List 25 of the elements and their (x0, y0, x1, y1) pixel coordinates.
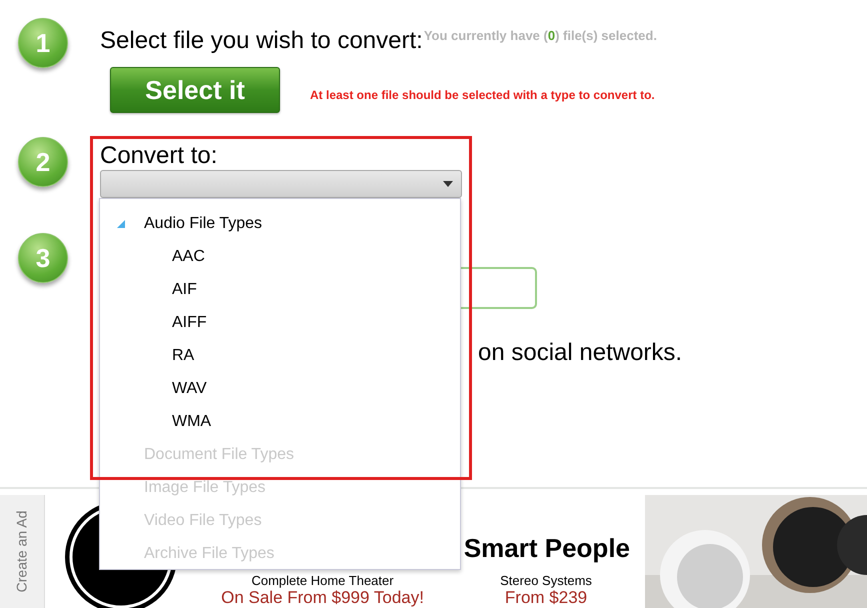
format-option[interactable]: AIF (172, 278, 197, 302)
step-number: 1 (18, 18, 68, 68)
offer-line: Stereo Systems (500, 573, 592, 588)
step-title: Convert to: (100, 141, 218, 170)
format-option[interactable]: WMA (172, 410, 212, 434)
format-option[interactable]: AIFF (172, 310, 207, 334)
offer-price: On Sale From $999 Today! (221, 588, 424, 608)
share-text: on social networks. (478, 338, 682, 368)
group-item[interactable]: Audio File Types (144, 212, 262, 236)
step-title: Select file you wish to convert: (100, 26, 423, 56)
create-ad-link[interactable]: Create an Ad (12, 510, 32, 592)
format-option[interactable]: WAV (172, 376, 207, 400)
select-file-button[interactable]: Select it (110, 67, 280, 113)
selection-status: You currently have (0) file(s) selected. (424, 27, 657, 45)
caret-icon (443, 181, 453, 187)
format-select[interactable] (100, 170, 462, 198)
ad-headline: Smart People (464, 533, 630, 563)
step-number: 2 (18, 137, 68, 187)
offer-price: From $239 (504, 588, 588, 608)
warning-message: At least one file should be selected with a type to convert to. (310, 87, 655, 104)
step-number: 3 (18, 233, 68, 283)
offer-line: Complete Home Theater (251, 573, 394, 588)
format-option[interactable]: AAC (172, 244, 205, 268)
expand-icon[interactable] (117, 220, 125, 228)
format-option[interactable]: RA (172, 344, 194, 368)
